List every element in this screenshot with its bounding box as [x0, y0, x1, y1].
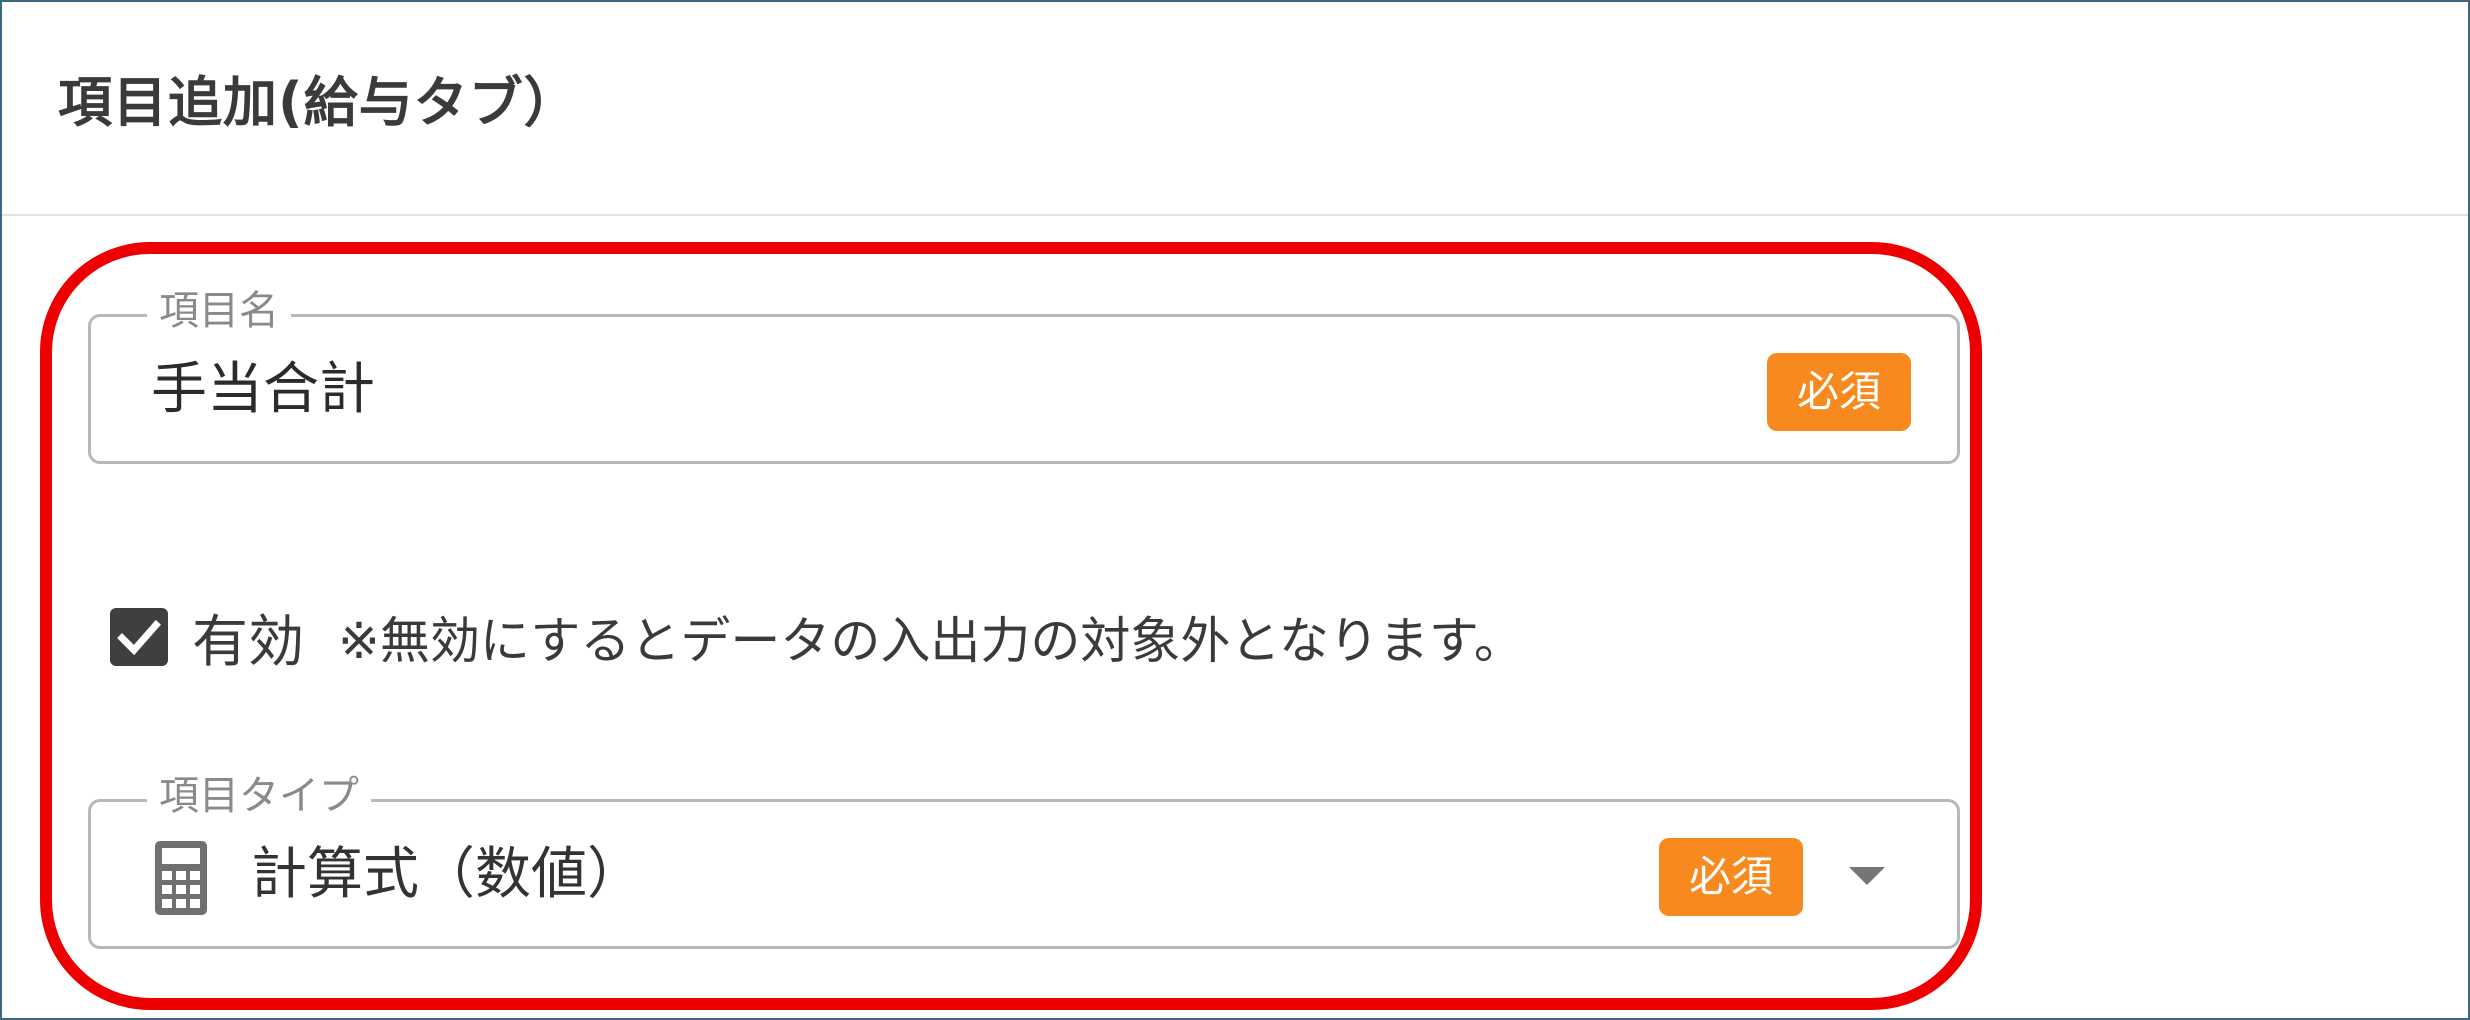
item-name-input[interactable]: 手当合計	[151, 357, 375, 423]
item-type-label: 項目タイプ	[147, 772, 371, 820]
item-name-field[interactable]: 項目名 手当合計 必須	[88, 287, 1960, 464]
dialog-frame: 項目追加(給与タブ） 項目名 手当合計 必須 有効 ※無効にするとデータの入出力…	[0, 0, 2470, 1020]
enabled-checkbox-label: 有効	[192, 609, 304, 675]
dialog-title: 項目追加(給与タブ）	[58, 71, 579, 134]
item-type-value: 計算式（数値）	[251, 842, 643, 907]
enabled-note: ※無効にするとデータの入出力の対象外となります。	[338, 612, 1524, 670]
required-badge: 必須	[1659, 838, 1803, 916]
item-type-select[interactable]: 項目タイプ 計算式（数値） 必須	[88, 772, 1960, 949]
dropdown-arrow-icon[interactable]	[1849, 867, 1885, 885]
item-name-label: 項目名	[147, 287, 291, 335]
dialog-header: 項目追加(給与タブ）	[2, 2, 2468, 216]
required-badge: 必須	[1767, 353, 1911, 431]
checkmark-icon	[117, 620, 161, 656]
enabled-checkbox-row[interactable]: 有効 ※無効にするとデータの入出力の対象外となります。	[110, 602, 1524, 675]
calculator-icon	[155, 841, 207, 915]
enabled-checkbox[interactable]	[110, 608, 168, 666]
